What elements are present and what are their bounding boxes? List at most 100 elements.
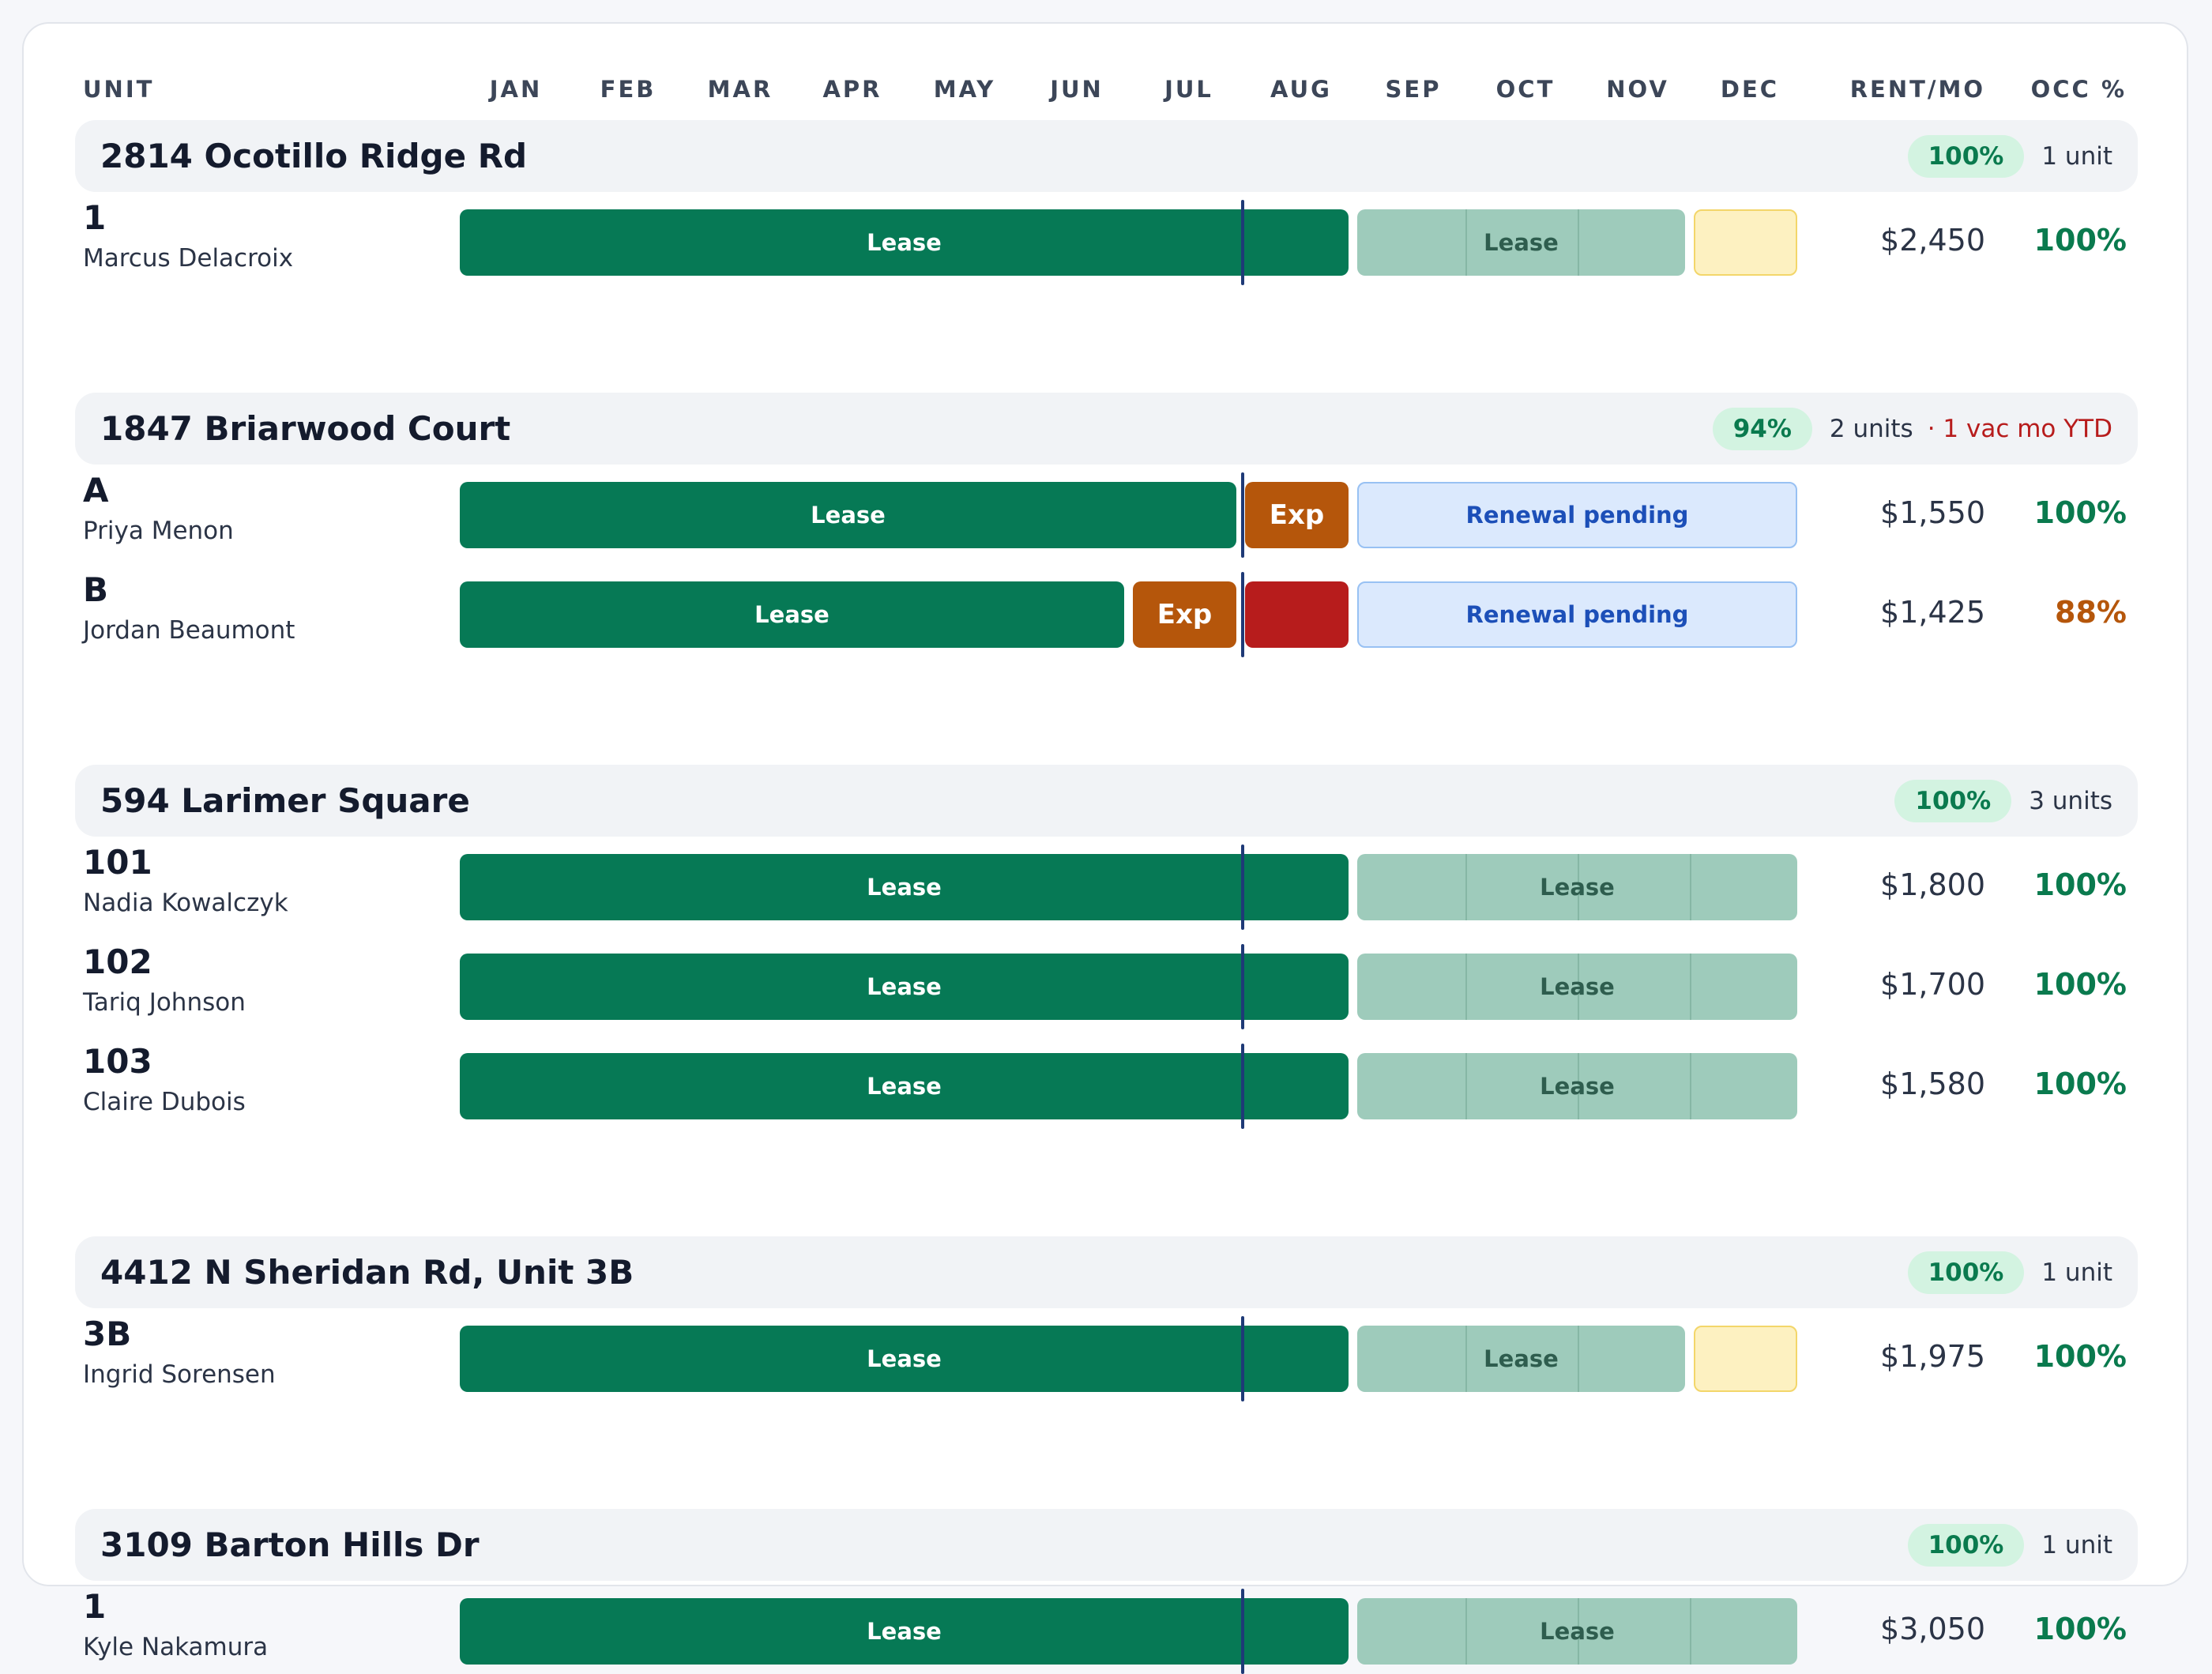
segment-label: Lease xyxy=(867,1618,942,1645)
property-name: 4412 N Sheridan Rd, Unit 3B xyxy=(100,1253,634,1292)
month-divider xyxy=(1689,954,1691,1020)
property-header[interactable]: 594 Larimer Square 100% 3 units xyxy=(75,765,2138,837)
lease-segment-lease[interactable]: Lease xyxy=(460,209,1349,276)
unit-occupancy: 100% xyxy=(2033,867,2127,902)
month-divider xyxy=(1577,209,1579,276)
tenant-name[interactable]: Ingrid Sorensen xyxy=(83,1360,276,1389)
unit-number[interactable]: A xyxy=(83,471,109,510)
unit-occupancy: 88% xyxy=(2055,595,2127,630)
lease-segment-future[interactable]: Lease xyxy=(1357,954,1797,1020)
column-header-month: DEC xyxy=(1720,76,1780,103)
lease-segment-yellow[interactable] xyxy=(1694,209,1797,276)
property-header[interactable]: 3109 Barton Hills Dr 100% 1 unit xyxy=(75,1509,2138,1581)
lease-segment-lease[interactable]: Lease xyxy=(460,1326,1349,1392)
property-name: 2814 Ocotillo Ridge Rd xyxy=(100,137,528,175)
lease-segment-exp[interactable]: Exp xyxy=(1133,581,1236,648)
tenant-name[interactable]: Claire Dubois xyxy=(83,1088,246,1116)
monthly-rent: $1,975 xyxy=(1880,1339,1985,1374)
segment-label: Lease xyxy=(754,601,830,628)
column-header-unit: UNIT xyxy=(83,76,155,103)
month-divider xyxy=(1465,1326,1467,1392)
tenant-name[interactable]: Kyle Nakamura xyxy=(83,1633,268,1661)
segment-label: Lease xyxy=(1540,973,1615,1000)
segment-label: Lease xyxy=(1540,874,1615,901)
lease-segment-future[interactable]: Lease xyxy=(1357,209,1685,276)
property-header[interactable]: 4412 N Sheridan Rd, Unit 3B 100% 1 unit xyxy=(75,1236,2138,1308)
unit-number[interactable]: 1 xyxy=(83,198,106,237)
column-header-month: JAN xyxy=(489,76,543,103)
lease-segment-lease[interactable]: Lease xyxy=(460,1598,1349,1665)
tenant-name[interactable]: Nadia Kowalczyk xyxy=(83,889,288,917)
lease-segment-lease[interactable]: Lease xyxy=(460,482,1236,548)
month-divider xyxy=(1689,1598,1691,1665)
month-divider xyxy=(1465,854,1467,920)
tenant-name[interactable]: Tariq Johnson xyxy=(83,988,246,1017)
today-marker xyxy=(1241,944,1244,1029)
segment-label: Lease xyxy=(867,229,942,256)
occupancy-badge: 100% xyxy=(1894,779,2012,822)
property-name: 1847 Briarwood Court xyxy=(100,409,511,448)
column-header-month: FEB xyxy=(600,76,656,103)
segment-label: Lease xyxy=(1540,1073,1615,1100)
tenant-name[interactable]: Jordan Beaumont xyxy=(83,616,295,645)
today-marker xyxy=(1241,472,1244,558)
month-divider xyxy=(1577,1326,1579,1392)
unit-count: 2 units xyxy=(1829,414,1913,443)
monthly-rent: $1,580 xyxy=(1880,1066,1985,1101)
tenant-name[interactable]: Marcus Delacroix xyxy=(83,244,293,273)
lease-segment-renew[interactable]: Renewal pending xyxy=(1357,581,1797,648)
tenant-name[interactable]: Priya Menon xyxy=(83,517,234,545)
today-marker xyxy=(1241,1044,1244,1129)
unit-count: 1 unit xyxy=(2041,141,2112,171)
lease-segment-renew[interactable]: Renewal pending xyxy=(1357,482,1797,548)
month-divider xyxy=(1465,1598,1467,1665)
occupancy-badge: 100% xyxy=(1907,1251,2025,1294)
unit-number[interactable]: 103 xyxy=(83,1042,152,1081)
property-header[interactable]: 2814 Ocotillo Ridge Rd 100% 1 unit xyxy=(75,120,2138,192)
segment-label: Lease xyxy=(867,973,942,1000)
segment-label: Lease xyxy=(867,874,942,901)
column-header-month: OCT xyxy=(1495,76,1556,103)
lease-segment-future[interactable]: Lease xyxy=(1357,1598,1797,1665)
column-header-month: SEP xyxy=(1385,76,1442,103)
property-header[interactable]: 1847 Briarwood Court 94% 2 units · 1 vac mo… xyxy=(75,393,2138,465)
unit-occupancy: 100% xyxy=(2033,495,2127,530)
lease-segment-future[interactable]: Lease xyxy=(1357,1053,1797,1119)
today-marker xyxy=(1241,572,1244,657)
occupancy-badge: 100% xyxy=(1907,134,2025,178)
monthly-rent: $1,550 xyxy=(1880,495,1985,530)
lease-segment-vac[interactable] xyxy=(1245,581,1349,648)
column-header-month: JUN xyxy=(1050,76,1104,103)
lease-segment-lease[interactable]: Lease xyxy=(460,954,1349,1020)
unit-occupancy: 100% xyxy=(2033,223,2127,258)
unit-occupancy: 100% xyxy=(2033,1339,2127,1374)
monthly-rent: $1,700 xyxy=(1880,967,1985,1002)
lease-segment-lease[interactable]: Lease xyxy=(460,854,1349,920)
lease-segment-lease[interactable]: Lease xyxy=(460,1053,1349,1119)
monthly-rent: $1,800 xyxy=(1880,867,1985,902)
segment-label: Renewal pending xyxy=(1465,502,1689,529)
lease-segment-yellow[interactable] xyxy=(1694,1326,1797,1392)
column-header-rent: RENT/MO xyxy=(1849,76,1985,103)
unit-count: 1 unit xyxy=(2041,1258,2112,1287)
unit-number[interactable]: 101 xyxy=(83,843,152,882)
occupancy-badge: 94% xyxy=(1712,407,1812,450)
segment-label: Lease xyxy=(867,1073,942,1100)
lease-segment-future[interactable]: Lease xyxy=(1357,854,1797,920)
lease-segment-exp[interactable]: Exp xyxy=(1245,482,1349,548)
unit-occupancy: 100% xyxy=(2033,1612,2127,1646)
unit-number[interactable]: 3B xyxy=(83,1315,131,1353)
unit-number[interactable]: 102 xyxy=(83,942,152,981)
unit-number[interactable]: 1 xyxy=(83,1587,106,1626)
segment-label: Lease xyxy=(867,1345,942,1372)
monthly-rent: $1,425 xyxy=(1880,595,1985,630)
today-marker xyxy=(1241,1316,1244,1401)
segment-label: Lease xyxy=(1540,1618,1615,1645)
unit-occupancy: 100% xyxy=(2033,967,2127,1002)
segment-label: Lease xyxy=(811,502,886,529)
month-divider xyxy=(1465,954,1467,1020)
lease-segment-future[interactable]: Lease xyxy=(1357,1326,1685,1392)
lease-segment-lease[interactable]: Lease xyxy=(460,581,1124,648)
unit-number[interactable]: B xyxy=(83,570,108,609)
segment-label: Lease xyxy=(1484,1345,1559,1372)
